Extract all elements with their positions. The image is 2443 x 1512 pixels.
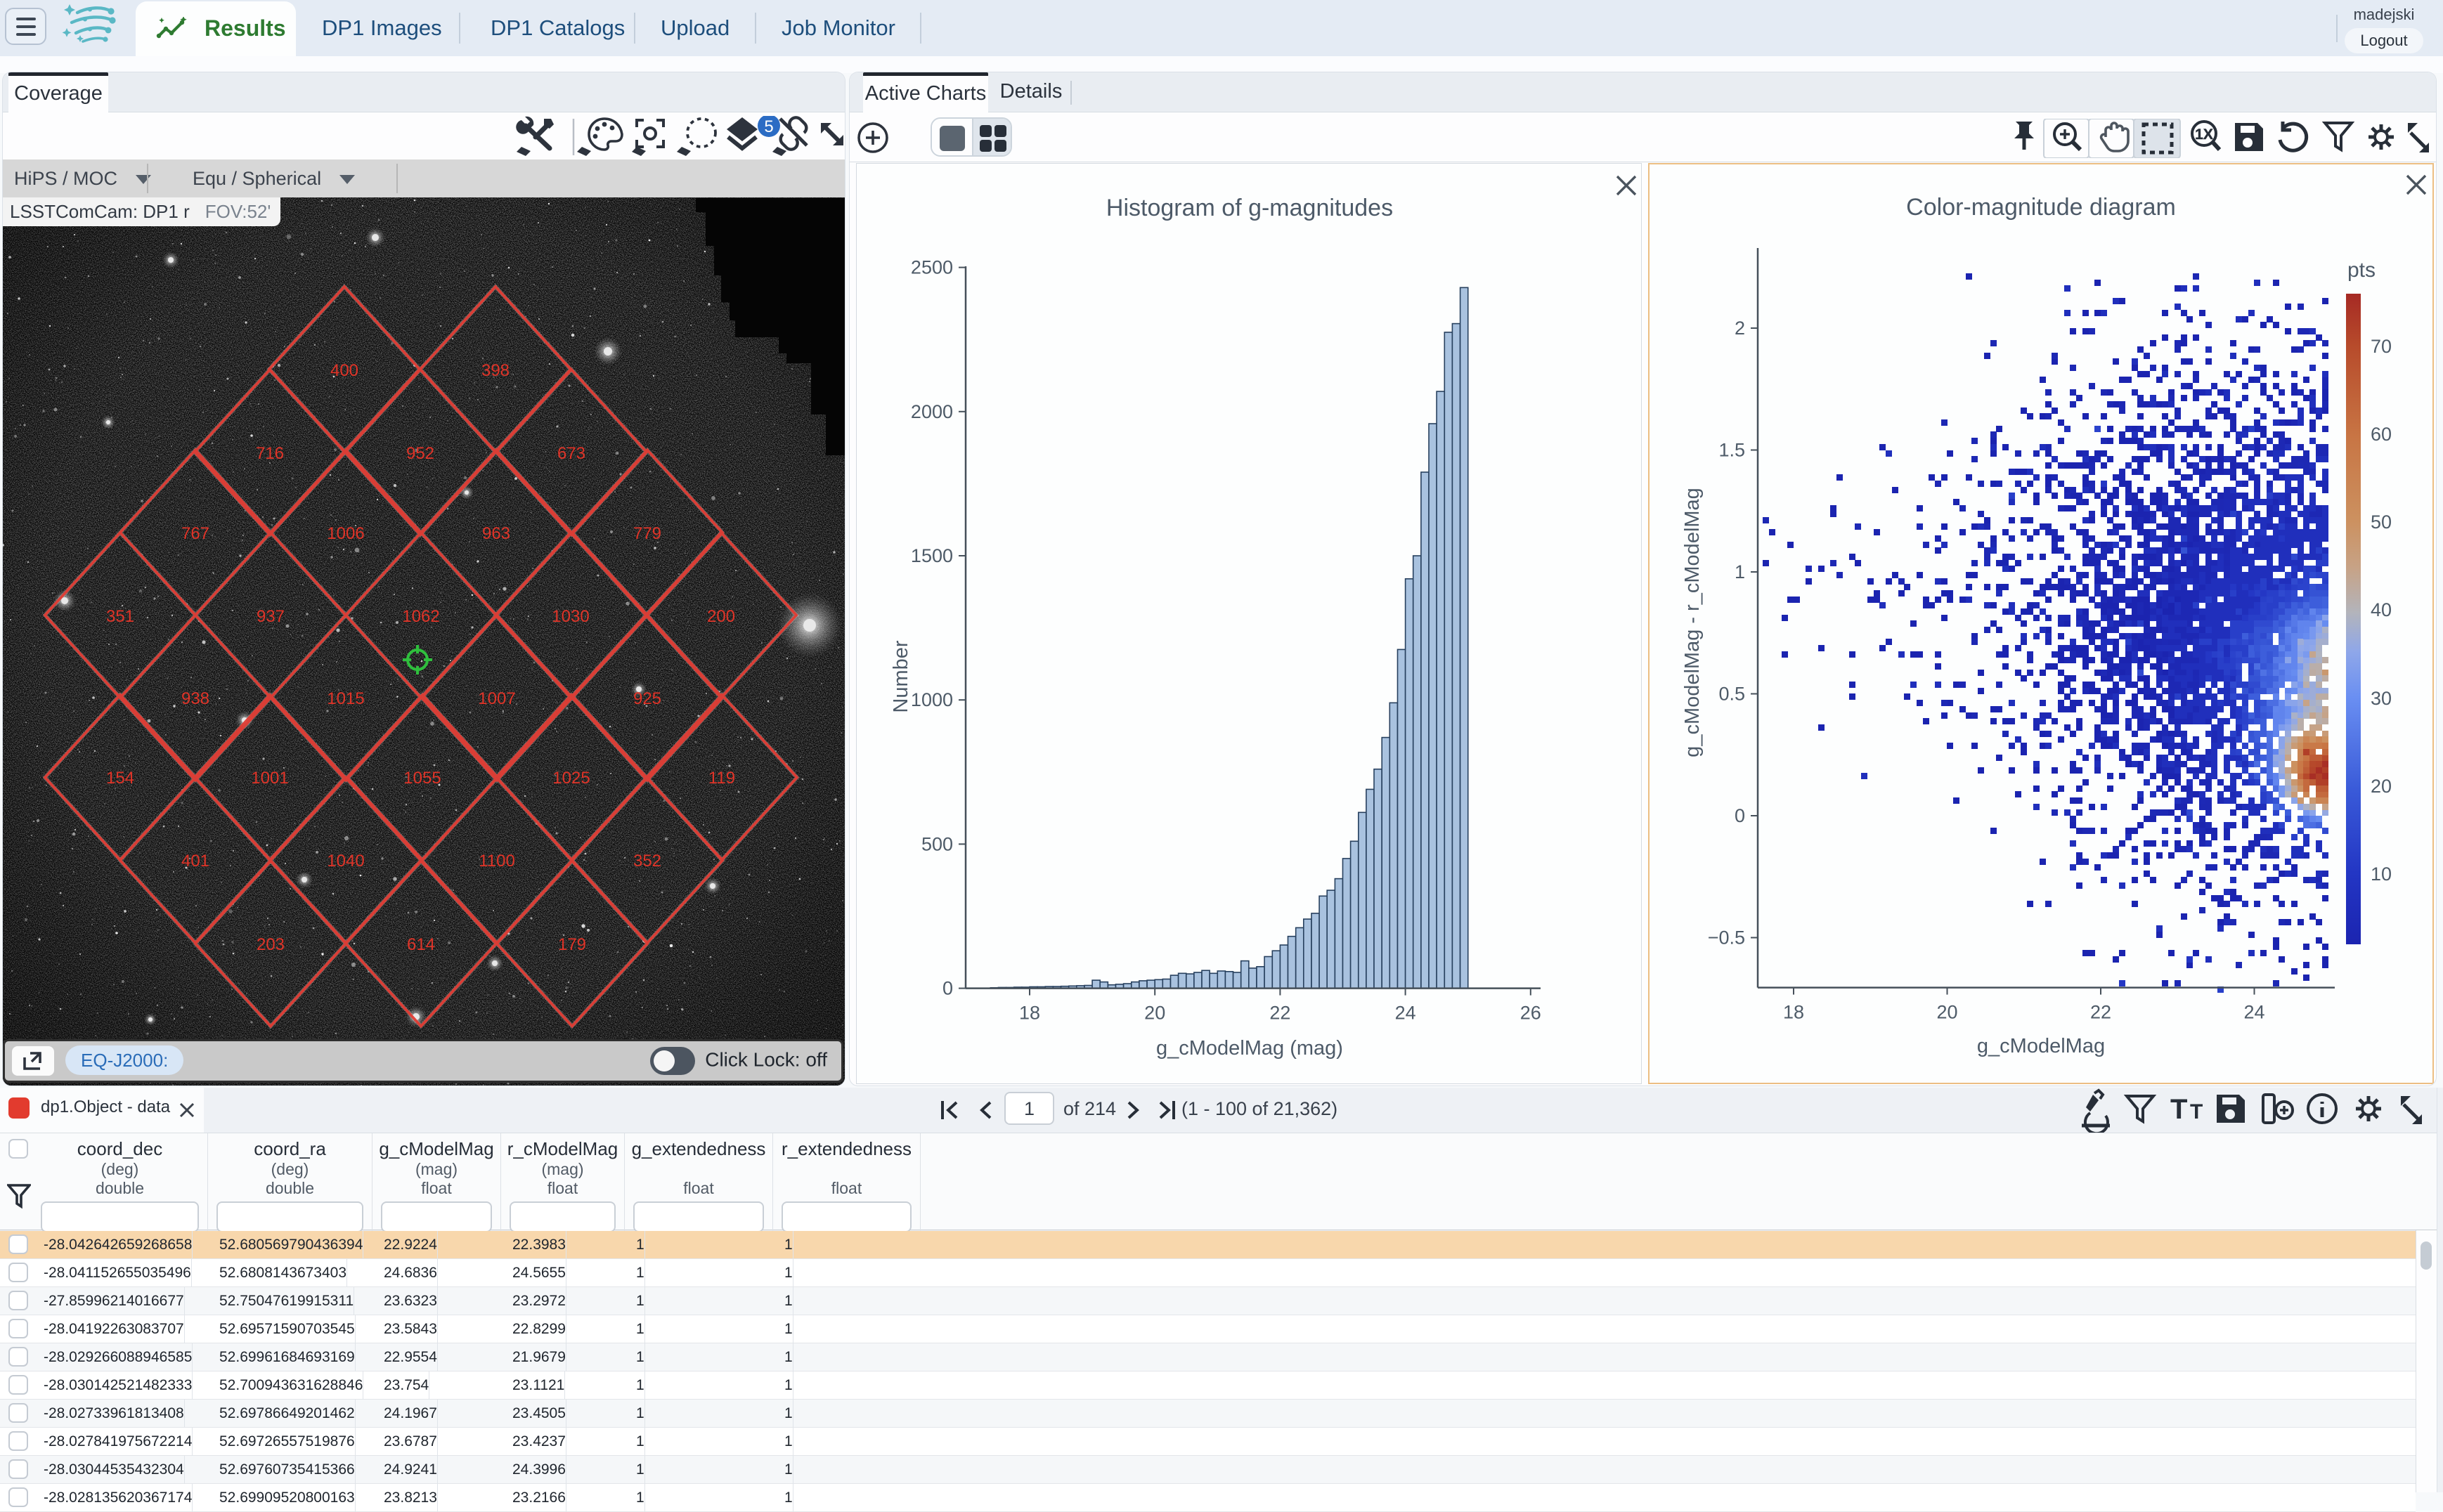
svg-text:500: 500 (921, 833, 953, 854)
svg-text:1025: 1025 (552, 769, 590, 788)
svg-text:179: 179 (558, 935, 586, 954)
svg-text:g_cModelMag - r_cModelMag: g_cModelMag - r_cModelMag (1681, 488, 1704, 757)
svg-text:Number: Number (890, 640, 912, 712)
svg-text:24: 24 (2243, 1002, 2264, 1023)
svg-text:716: 716 (256, 444, 284, 463)
svg-text:40: 40 (2371, 599, 2392, 620)
svg-text:18: 18 (1019, 1003, 1040, 1024)
svg-text:2: 2 (1735, 318, 1745, 339)
svg-text:937: 937 (257, 607, 285, 626)
svg-text:200: 200 (707, 607, 735, 626)
svg-text:119: 119 (708, 769, 735, 788)
svg-text:1006: 1006 (327, 524, 364, 543)
svg-text:1040: 1040 (327, 852, 364, 871)
svg-text:T: T (2170, 1094, 2187, 1125)
svg-text:0.5: 0.5 (1718, 684, 1745, 705)
svg-text:351: 351 (106, 607, 134, 626)
svg-text:20: 20 (2371, 776, 2392, 797)
svg-text:g_cModelMag: g_cModelMag (1977, 1035, 2105, 1057)
svg-text:398: 398 (481, 361, 510, 380)
svg-text:1007: 1007 (478, 689, 515, 708)
svg-text:22: 22 (2090, 1002, 2111, 1023)
svg-text:1: 1 (1735, 561, 1745, 582)
svg-text:1100: 1100 (479, 852, 515, 871)
svg-text:963: 963 (482, 524, 510, 543)
svg-text:2500: 2500 (911, 257, 953, 278)
svg-text:352: 352 (633, 852, 661, 871)
svg-text:614: 614 (407, 935, 435, 954)
svg-text:g_cModelMag (mag): g_cModelMag (mag) (1156, 1037, 1343, 1060)
svg-text:1062: 1062 (402, 607, 439, 626)
svg-text:938: 938 (181, 689, 209, 708)
svg-text:1500: 1500 (911, 545, 953, 566)
svg-text:767: 767 (181, 524, 209, 543)
svg-text:1.5: 1.5 (1718, 440, 1745, 461)
svg-text:1001: 1001 (251, 769, 288, 788)
svg-text:1X: 1X (2195, 126, 2213, 143)
svg-text:1000: 1000 (911, 689, 953, 710)
svg-text:10: 10 (2371, 863, 2392, 885)
svg-text:18: 18 (1783, 1002, 1804, 1023)
svg-text:952: 952 (406, 444, 434, 463)
svg-text:5: 5 (764, 117, 773, 136)
svg-text:0: 0 (1735, 805, 1745, 826)
svg-text:401: 401 (181, 852, 209, 871)
svg-text:400: 400 (330, 361, 358, 380)
svg-text:1055: 1055 (403, 769, 441, 788)
svg-text:Color-magnitude diagram: Color-magnitude diagram (1906, 194, 2176, 221)
svg-text:20: 20 (1936, 1002, 1957, 1023)
svg-text:60: 60 (2371, 424, 2392, 445)
svg-text:pts: pts (2347, 259, 2376, 282)
svg-text:925: 925 (633, 689, 661, 708)
svg-text:70: 70 (2371, 336, 2392, 357)
svg-text:−0.5: −0.5 (1708, 927, 1745, 949)
svg-text:1015: 1015 (327, 689, 364, 708)
svg-text:24: 24 (1395, 1003, 1416, 1024)
svg-text:779: 779 (633, 524, 661, 543)
svg-text:1030: 1030 (552, 607, 589, 626)
svg-text:203: 203 (257, 935, 285, 954)
svg-text:0: 0 (942, 978, 953, 999)
svg-text:30: 30 (2371, 688, 2392, 709)
svg-text:22: 22 (1269, 1003, 1290, 1024)
svg-text:2000: 2000 (911, 401, 953, 422)
svg-text:154: 154 (106, 769, 134, 788)
svg-text:T: T (2190, 1100, 2203, 1123)
svg-text:50: 50 (2371, 511, 2392, 533)
svg-text:Histogram of g-magnitudes: Histogram of g-magnitudes (1106, 195, 1393, 221)
svg-text:673: 673 (557, 444, 585, 463)
svg-text:20: 20 (1144, 1003, 1165, 1024)
svg-text:26: 26 (1520, 1003, 1541, 1024)
